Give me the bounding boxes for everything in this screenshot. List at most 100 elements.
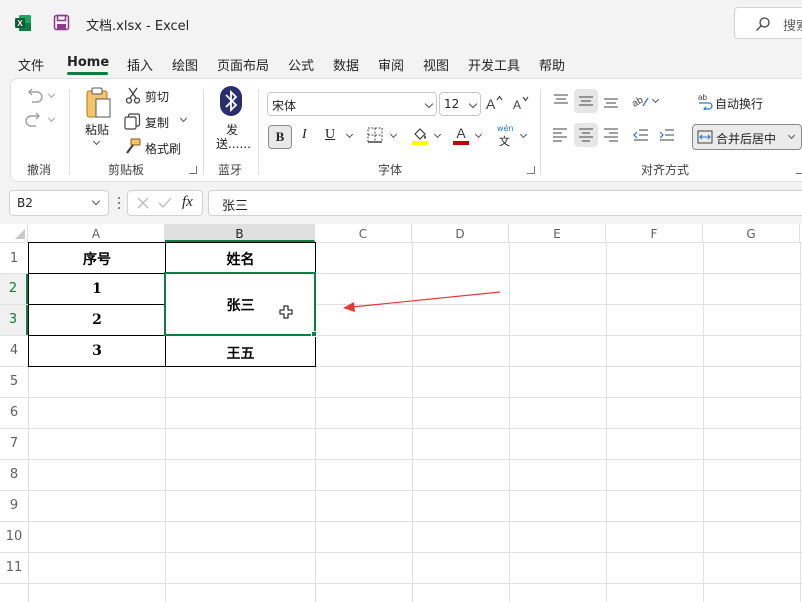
font-size-dropdown-icon[interactable] [468, 99, 478, 109]
cell-a1[interactable]: 序号 [29, 249, 165, 269]
align-bottom-icon[interactable] [603, 93, 619, 109]
copy-dropdown-icon[interactable] [179, 114, 188, 123]
tab-formulas[interactable]: 公式 [288, 55, 314, 74]
cancel-icon[interactable] [137, 197, 149, 209]
column-header-c[interactable]: C [315, 224, 412, 242]
tab-view[interactable]: 视图 [423, 55, 449, 74]
row-header-5[interactable]: 5 [0, 366, 28, 397]
undo-icon[interactable] [24, 88, 44, 104]
row-header-3[interactable]: 3 [0, 304, 28, 335]
copy-label[interactable]: 复制 [145, 114, 169, 131]
redo-icon[interactable] [24, 112, 44, 128]
formula-bar-grip-icon[interactable] [117, 196, 121, 210]
borders-icon[interactable] [367, 127, 383, 143]
redo-dropdown-icon[interactable] [47, 114, 56, 123]
tab-developer[interactable]: 开发工具 [468, 55, 520, 74]
cut-icon[interactable] [125, 87, 141, 104]
row-header-4[interactable]: 4 [0, 335, 28, 366]
merge-center-button[interactable]: 合并后居中 [692, 124, 802, 150]
cell-a4[interactable]: 3 [29, 343, 165, 359]
fill-handle[interactable] [311, 331, 317, 337]
wrap-text-label[interactable]: 自动换行 [715, 95, 763, 112]
row-header-7[interactable]: 7 [0, 428, 28, 459]
cell-a3[interactable]: 2 [29, 312, 165, 328]
phonetic-guide-pinyin[interactable]: wén [497, 124, 514, 133]
underline-dropdown-icon[interactable] [345, 130, 354, 139]
row-header-9[interactable]: 9 [0, 490, 28, 521]
row-header-10[interactable]: 10 [0, 521, 28, 552]
worksheet-grid[interactable]: A B C D E F G 1 2 3 4 5 6 7 8 9 10 11 序号… [0, 224, 802, 602]
increase-font-size-icon[interactable]: A [485, 94, 503, 112]
formula-input[interactable]: 张三 [208, 190, 802, 216]
paste-label[interactable]: 粘贴 [85, 121, 109, 138]
borders-dropdown-icon[interactable] [389, 130, 398, 139]
column-header-f[interactable]: F [606, 224, 703, 242]
cell-a2[interactable]: 1 [29, 281, 165, 297]
align-middle-button[interactable] [574, 89, 598, 113]
fill-color-icon[interactable] [411, 125, 429, 145]
wrap-text-icon[interactable]: ab [697, 92, 715, 110]
insert-function-button[interactable]: fx [182, 194, 193, 211]
search-box[interactable]: 搜索 [734, 7, 802, 39]
row-header-8[interactable]: 8 [0, 459, 28, 490]
orientation-dropdown-icon[interactable] [651, 95, 660, 104]
align-center-button[interactable] [574, 123, 598, 147]
column-header-d[interactable]: D [412, 224, 509, 242]
underline-button[interactable]: U [325, 127, 335, 143]
increase-indent-icon[interactable] [659, 127, 675, 143]
font-name-dropdown-icon[interactable] [424, 99, 434, 109]
merge-center-dropdown-icon[interactable] [787, 131, 796, 140]
tab-review[interactable]: 审阅 [378, 55, 404, 74]
column-header-g[interactable]: G [703, 224, 800, 242]
cut-label[interactable]: 剪切 [145, 88, 169, 105]
row-header-6[interactable]: 6 [0, 397, 28, 428]
tab-draw[interactable]: 绘图 [172, 55, 198, 74]
send-label-line2[interactable]: 送...... [216, 135, 251, 152]
decrease-font-size-icon[interactable]: A [511, 94, 529, 112]
tab-file[interactable]: 文件 [18, 55, 44, 74]
name-box-dropdown-icon[interactable] [91, 196, 101, 206]
decrease-indent-icon[interactable] [633, 127, 649, 143]
copy-icon[interactable] [124, 113, 141, 130]
name-box[interactable]: B2 [9, 190, 109, 216]
tab-page-layout[interactable]: 页面布局 [217, 55, 269, 74]
align-right-icon[interactable] [603, 127, 619, 143]
undo-dropdown-icon[interactable] [47, 90, 56, 99]
cell-b4[interactable]: 王五 [166, 343, 315, 363]
italic-button[interactable]: I [302, 127, 307, 143]
column-header-b[interactable]: B [165, 224, 315, 242]
clipboard-launcher-icon[interactable] [189, 166, 197, 174]
bluetooth-icon[interactable] [220, 86, 242, 116]
format-painter-label[interactable]: 格式刷 [145, 140, 181, 157]
format-painter-icon[interactable] [124, 138, 141, 155]
phonetic-guide-char[interactable]: 文 [499, 133, 510, 149]
tab-insert[interactable]: 插入 [127, 55, 153, 74]
fill-color-dropdown-icon[interactable] [433, 130, 442, 139]
row-header-11[interactable]: 11 [0, 552, 28, 583]
column-header-a[interactable]: A [28, 224, 165, 242]
cell-b1[interactable]: 姓名 [166, 249, 315, 269]
orientation-icon[interactable]: ab [631, 92, 649, 110]
gridline [0, 428, 802, 429]
enter-check-icon[interactable] [158, 197, 172, 209]
font-size-combo[interactable]: 12 [439, 92, 481, 116]
tab-home[interactable]: Home [67, 55, 109, 70]
font-launcher-icon[interactable] [527, 166, 535, 174]
column-header-e[interactable]: E [509, 224, 606, 242]
bold-button[interactable]: B [268, 125, 292, 149]
align-top-icon[interactable] [553, 93, 569, 109]
row-header-1[interactable]: 1 [0, 243, 28, 273]
tab-help[interactable]: 帮助 [539, 55, 565, 74]
align-left-icon[interactable] [552, 127, 568, 143]
paste-dropdown-icon[interactable] [92, 137, 101, 146]
alignment-launcher-icon[interactable] [796, 166, 802, 174]
font-color-dropdown-icon[interactable] [474, 130, 483, 139]
font-name-combo[interactable]: 宋体 [267, 92, 437, 116]
paste-icon[interactable] [84, 87, 112, 119]
font-color-icon[interactable]: A [452, 125, 470, 145]
save-icon[interactable] [53, 14, 70, 31]
select-all-corner[interactable] [0, 224, 28, 242]
tab-data[interactable]: 数据 [333, 55, 359, 74]
phonetic-dropdown-icon[interactable] [519, 130, 528, 139]
row-header-2[interactable]: 2 [0, 273, 28, 304]
